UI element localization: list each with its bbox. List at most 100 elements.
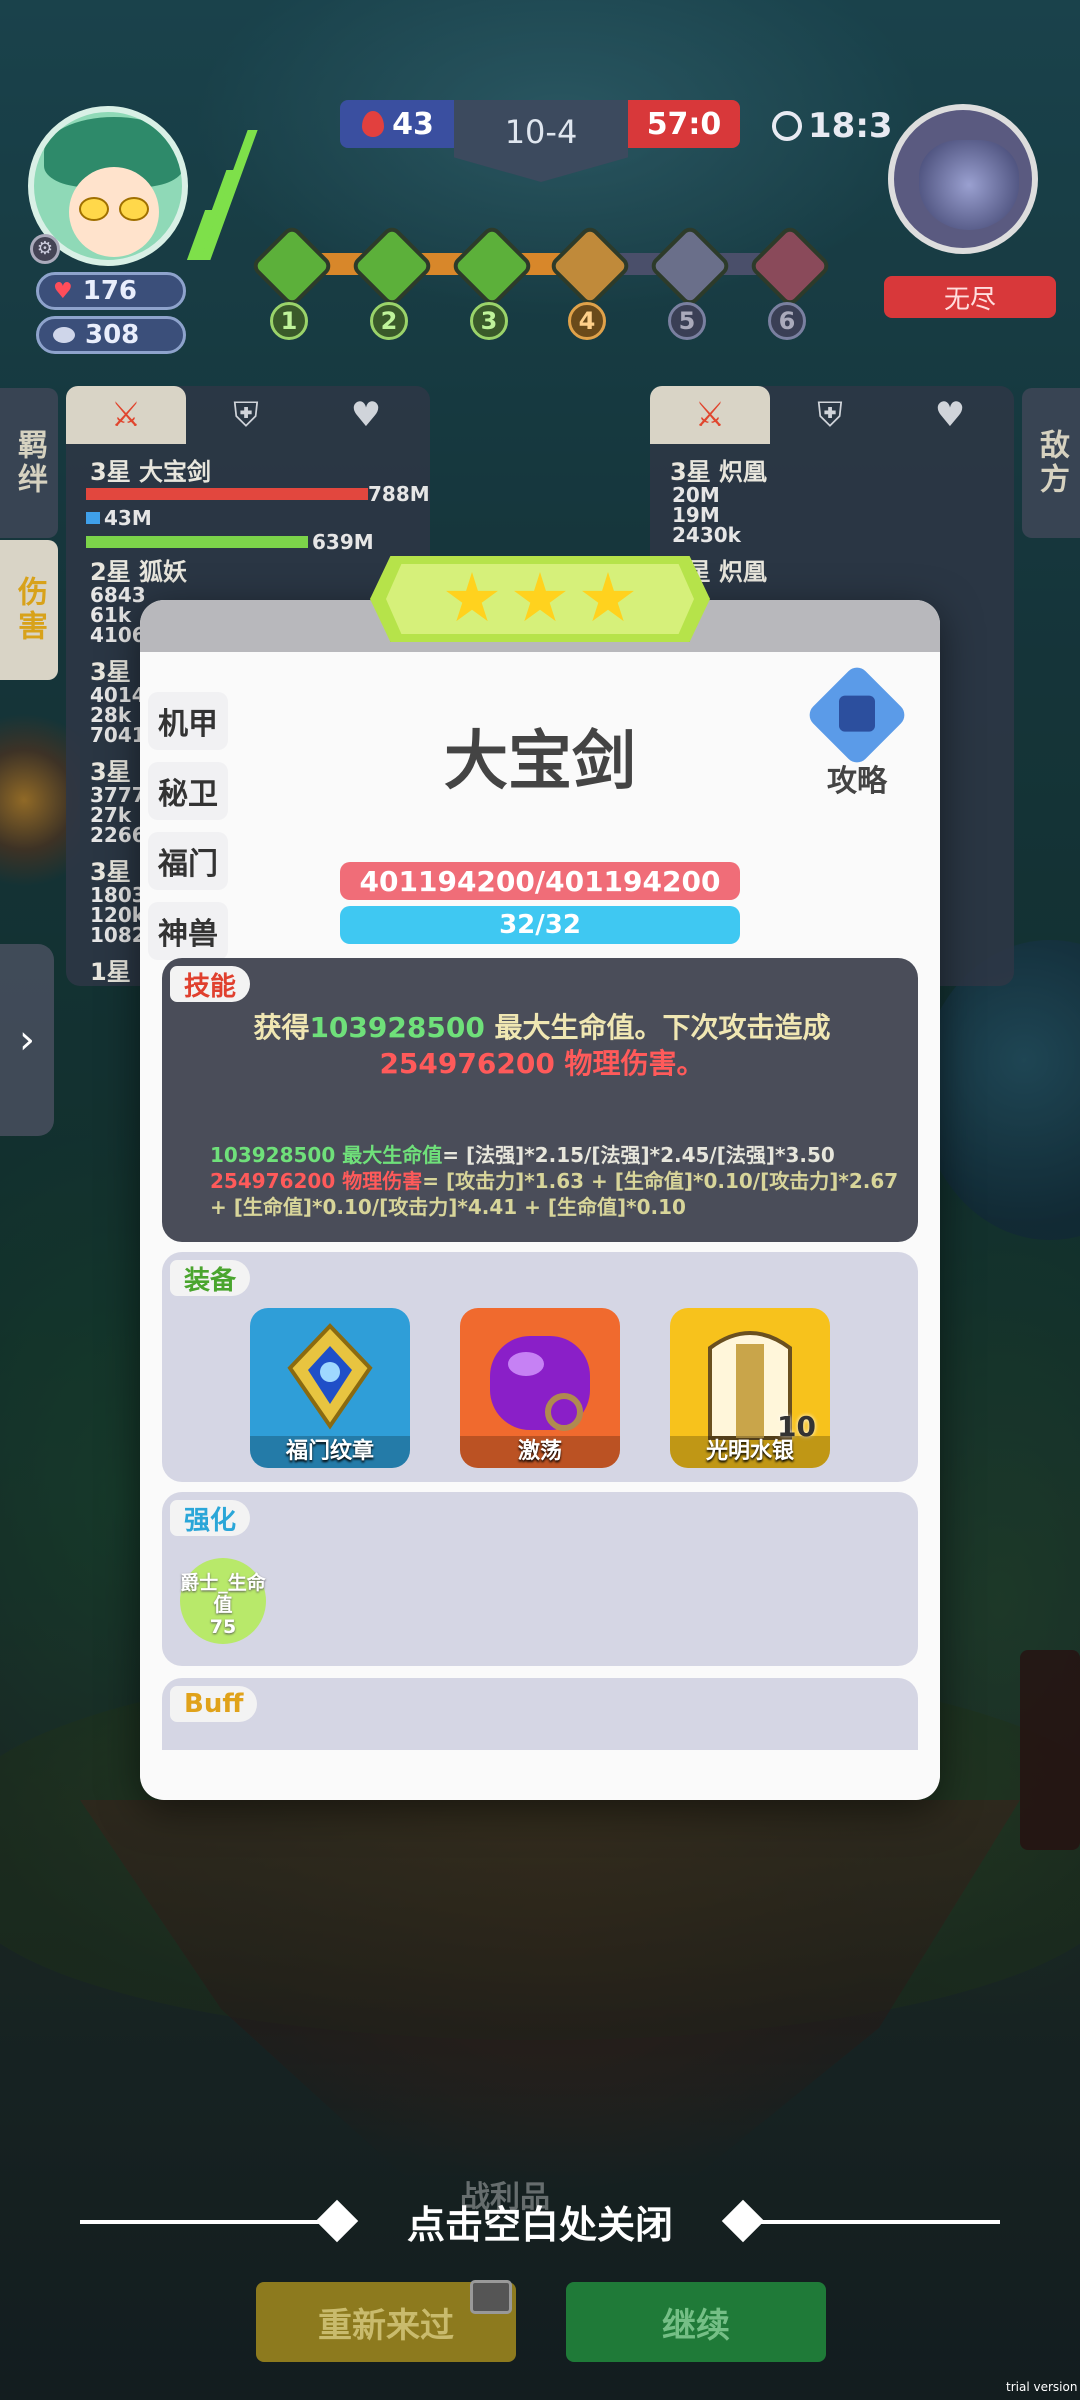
damage-value: 2430k [672, 523, 741, 547]
unit-name: 3星 [90, 658, 131, 686]
score-left: 43 [340, 100, 456, 148]
stage-num-6: 6 [768, 302, 806, 340]
tab-enemy[interactable]: 敌方 [1022, 388, 1080, 538]
hero-mana-bar: 32/32 [340, 906, 740, 944]
damage-bar-true [86, 536, 308, 548]
player-hp-pill: ♥ 176 [36, 272, 186, 310]
continue-button[interactable]: 继续 [566, 2282, 826, 2362]
drop-icon [362, 111, 385, 137]
hero-detail-dialog: 机甲 秘卫 福门 神兽 大宝剑 攻略 401194200/401194200 3… [140, 600, 940, 1800]
equipment-slot-2[interactable]: 激荡 [460, 1308, 620, 1468]
stage-num-2: 2 [370, 302, 408, 340]
equipment-tag: 装备 [170, 1260, 251, 1296]
star-icon [514, 572, 566, 622]
stage-num-1: 1 [270, 302, 308, 340]
unit-name: 3星 [90, 758, 131, 786]
skill-section: 技能 获得103928500 最大生命值。下次攻击造成254976200 物理伤… [162, 958, 918, 1242]
close-hint: 点击空白处关闭 [80, 2194, 1000, 2250]
equipment-section: 装备 福门纹章 激荡 10 光明水银 [162, 1252, 918, 1482]
formula-label: 254976200 物理伤害 [210, 1169, 423, 1193]
category-tab-fumen[interactable]: 福门 [148, 832, 228, 890]
star-icon [446, 572, 498, 622]
player-gold: 308 [85, 320, 140, 350]
clock-icon [772, 111, 802, 141]
graduation-cap-icon [804, 662, 910, 768]
tab-bond[interactable]: 羁绊 [0, 388, 58, 538]
stage-num-4: 4 [568, 302, 606, 340]
category-tab-mech[interactable]: 机甲 [148, 692, 228, 750]
damage-value: 639M [312, 530, 374, 554]
equipment-slot-1[interactable]: 福门纹章 [250, 1308, 410, 1468]
damage-bar-magic [86, 512, 100, 524]
player-level-bars [186, 130, 258, 260]
skill-text: 最大生命值。下次攻击造成 [484, 1011, 831, 1044]
score-right: 57:0 [628, 100, 740, 148]
watermark: trial version [1006, 2380, 1078, 2394]
enhance-tag: 强化 [170, 1500, 251, 1536]
guide-button[interactable]: 攻略 [802, 662, 912, 799]
heart-icon[interactable]: ♥ [890, 386, 1010, 444]
enhance-badge-value: 75 [209, 1616, 237, 1638]
skill-hp-value: 103928500 [309, 1011, 485, 1044]
damage-value: 2266 [90, 823, 146, 847]
heart-icon[interactable]: ♥ [306, 386, 426, 444]
skill-description: 获得103928500 最大生命值。下次攻击造成254976200 物理伤害。 [202, 1010, 882, 1082]
enhance-badge-label: 爵士_生命值 [180, 1572, 266, 1616]
gear-icon[interactable]: ⚙ [30, 234, 60, 264]
score-right-value: 57:0 [646, 106, 722, 142]
player-gold-pill: 308 [36, 316, 186, 354]
skill-tag: 技能 [170, 966, 251, 1002]
skill-damage-value: 254976200 [379, 1047, 555, 1080]
category-tab-beast[interactable]: 神兽 [148, 902, 228, 960]
equipment-label: 激荡 [460, 1436, 620, 1468]
video-icon [470, 2280, 512, 2314]
damage-value: 788M [368, 482, 430, 506]
round-value: 10-4 [504, 113, 578, 151]
unit-name: 2星 狐妖 [90, 558, 188, 586]
equipment-label: 光明水银 [670, 1436, 830, 1468]
damage-bar-physical [86, 488, 368, 500]
buff-tag: Buff [170, 1686, 258, 1722]
timer: 18:3 [772, 104, 893, 148]
guide-label: 攻略 [827, 764, 887, 799]
enemy-avatar[interactable] [888, 104, 1038, 254]
damage-value: 1082 [90, 923, 146, 947]
star-icon [582, 572, 634, 622]
score-left-value: 43 [392, 106, 434, 142]
stage-num-3: 3 [470, 302, 508, 340]
buff-section: Buff [162, 1678, 918, 1750]
sword-icon[interactable]: ⚔ [66, 386, 186, 444]
damage-value: 43M [104, 506, 152, 530]
hero-hp-bar: 401194200/401194200 [340, 862, 740, 900]
equipment-label: 福门纹章 [250, 1436, 410, 1468]
category-tab-guard[interactable]: 秘卫 [148, 762, 228, 820]
hero-name: 大宝剑 [444, 725, 636, 799]
player-hp: 176 [82, 276, 138, 306]
shield-icon[interactable]: ⛨ [770, 386, 890, 444]
timer-value: 18:3 [808, 106, 893, 146]
enhance-badge[interactable]: 爵士_生命值 75 [180, 1558, 266, 1644]
unit-name: 3星 大宝剑 [90, 458, 212, 486]
expand-arrow-icon[interactable]: › [0, 944, 54, 1136]
tab-damage[interactable]: 伤害 [0, 540, 58, 680]
damage-value: 4106 [90, 623, 146, 647]
star-rating-banner [370, 556, 710, 642]
skill-text: 物理伤害。 [554, 1047, 705, 1080]
damage-value: 7041 [90, 723, 146, 747]
formula-text: = [法强]*2.15/[法强]*2.45/[法强]*3.50 [442, 1143, 835, 1167]
stage-num-5: 5 [668, 302, 706, 340]
equipment-slot-3[interactable]: 10 光明水银 [670, 1308, 830, 1468]
unit-name: 3星 [90, 858, 131, 886]
shield-icon[interactable]: ⛨ [186, 386, 306, 444]
unit-name: 3星 炽凰 [670, 458, 768, 486]
skill-text: 获得 [253, 1011, 310, 1044]
heart-icon: ♥ [53, 278, 73, 304]
sword-icon[interactable]: ⚔ [650, 386, 770, 444]
close-hint-text: 点击空白处关闭 [406, 2203, 673, 2247]
skill-formula: 103928500 最大生命值= [法强]*2.15/[法强]*2.45/[法强… [210, 1142, 910, 1220]
unit-name: 1星 [90, 958, 131, 986]
coin-icon [53, 327, 75, 343]
formula-label: 103928500 最大生命值 [210, 1143, 443, 1167]
enhance-section: 强化 爵士_生命值 75 [162, 1492, 918, 1666]
enemy-label: 无尽 [884, 276, 1056, 318]
